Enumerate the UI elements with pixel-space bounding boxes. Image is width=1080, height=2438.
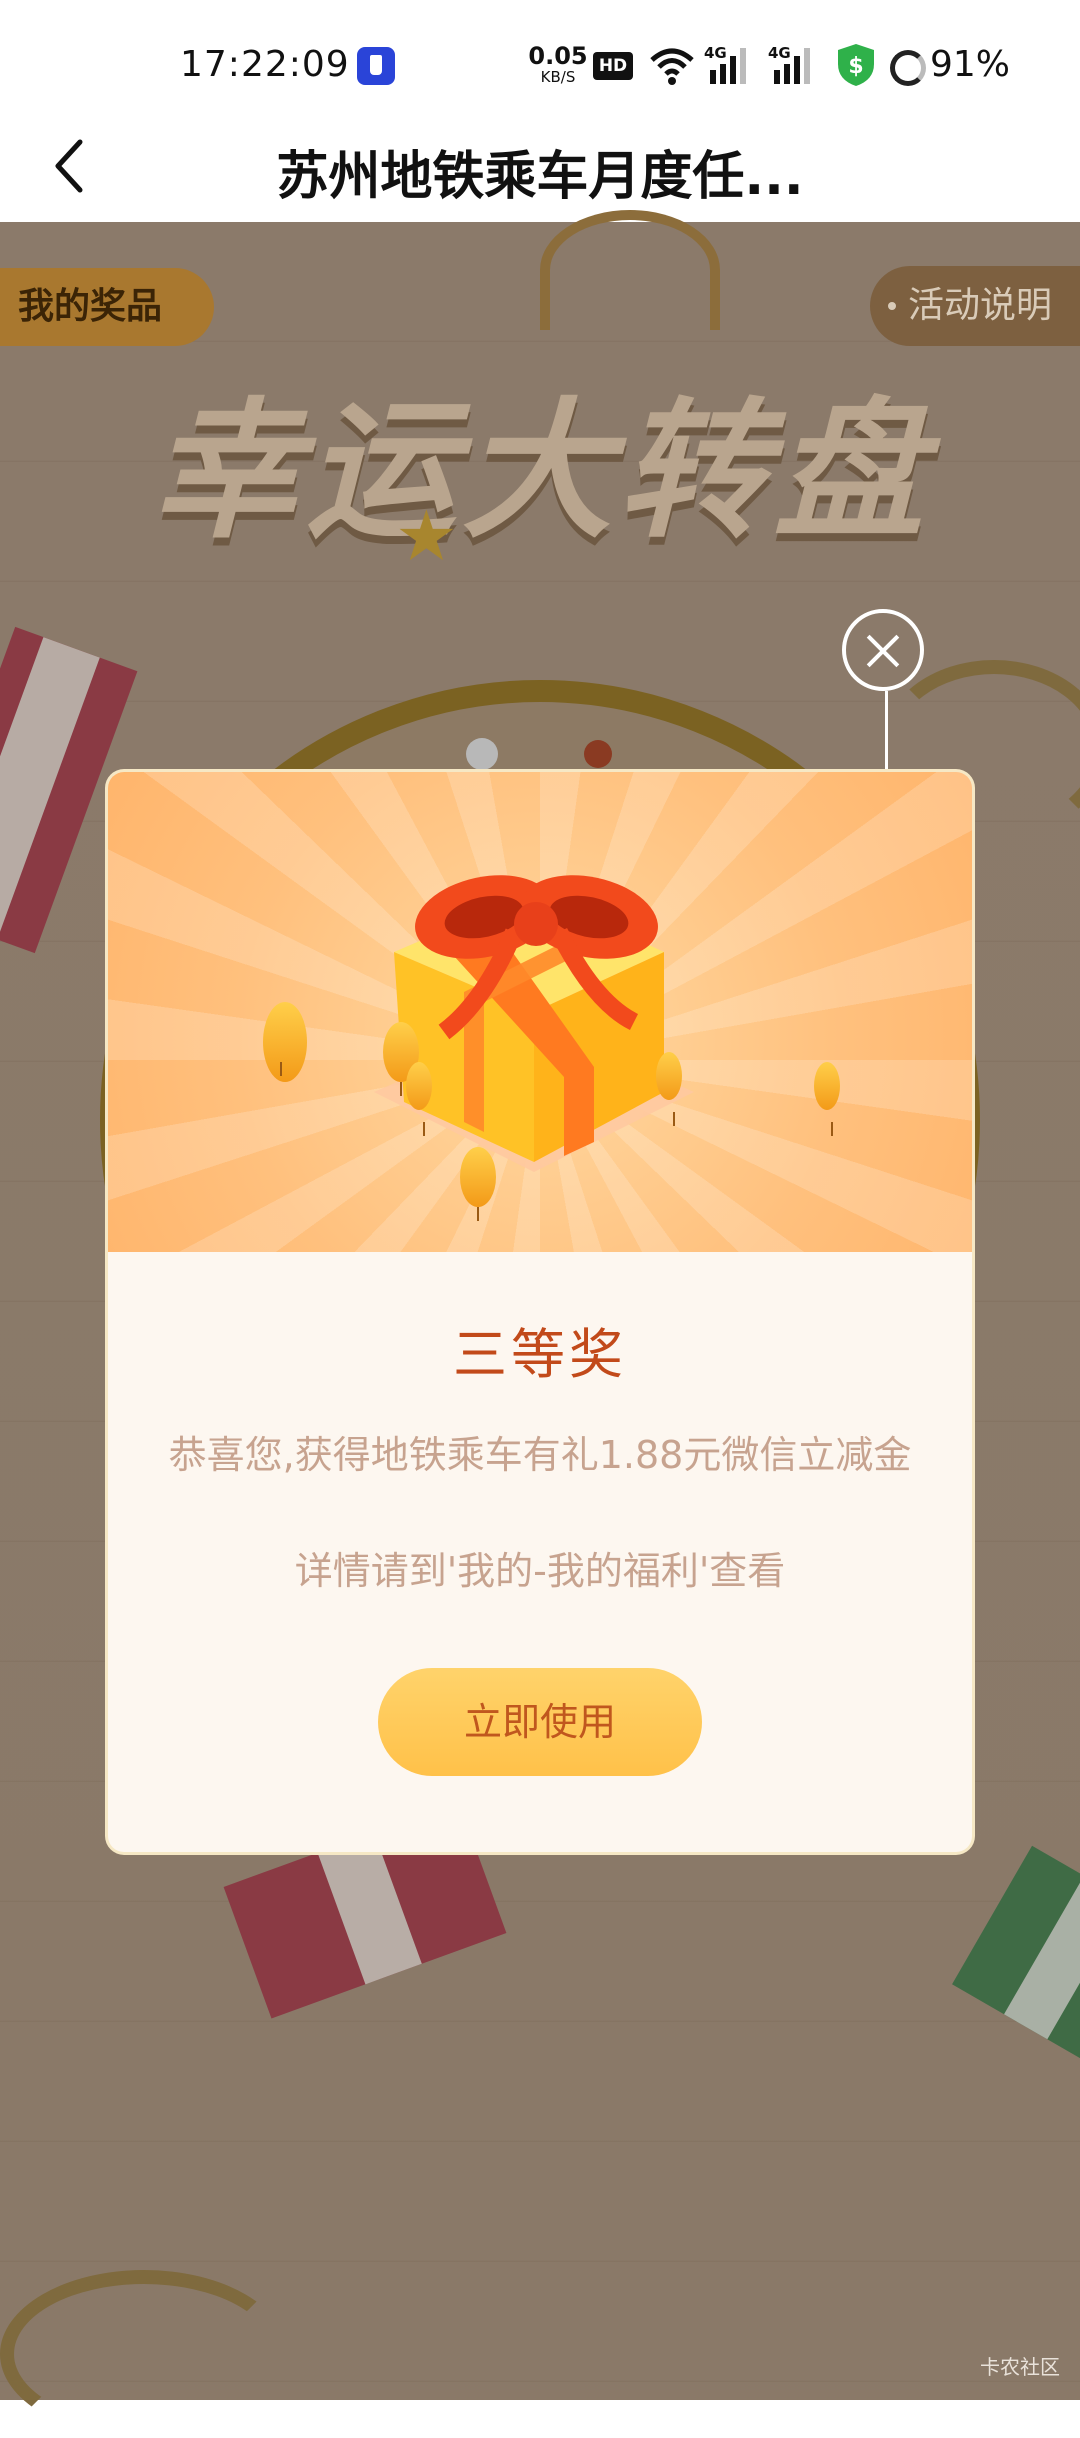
use-now-button[interactable]: 立即使用	[378, 1668, 702, 1776]
battery-percentage: 91%	[930, 44, 1011, 85]
activity-rules-button[interactable]: 活动说明	[870, 266, 1080, 346]
hd-voice-icon: HD	[593, 52, 633, 80]
my-prizes-button[interactable]: 我的奖品	[0, 268, 214, 346]
dialog-header-illustration	[108, 772, 972, 1252]
navigation-bar: 苏州地铁乘车月度任...	[0, 112, 1080, 222]
flashlight-icon	[357, 47, 395, 85]
watermark: 卡农社区	[980, 2355, 1060, 2379]
balloon-icon	[460, 1147, 496, 1221]
close-button[interactable]	[842, 609, 924, 691]
balloon-icon	[814, 1062, 840, 1136]
balloon-icon	[406, 1062, 432, 1136]
network-speed-unit: KB/S	[540, 68, 576, 86]
ribbon-decoration-bottom-left	[0, 2270, 288, 2438]
network-speed: 0.05 KB/S	[528, 44, 588, 85]
prize-level-title: 三等奖	[453, 1323, 627, 1386]
balloon-icon	[263, 1002, 307, 1082]
ribbon-decoration-top	[540, 210, 720, 330]
cellular-signal-icon: 4G	[704, 44, 746, 84]
lucky-wheel-banner-title: 幸运大转盘	[149, 385, 930, 559]
status-bar: 17:22:09 0.05 KB/S HD 4G 4G $ 91%	[0, 0, 1080, 112]
signal-label-1: 4G	[704, 44, 727, 62]
network-speed-value: 0.05	[528, 42, 588, 70]
wheel-light	[466, 738, 498, 770]
close-button-line	[885, 691, 888, 771]
svg-text:$: $	[848, 54, 863, 79]
balloon-icon	[656, 1052, 682, 1126]
security-shield-icon: $	[838, 44, 874, 86]
wheel-light	[584, 740, 612, 768]
prize-dialog: 三等奖 恭喜您,获得地铁乘车有礼1.88元微信立减金 详情请到'我的-我的福利'…	[108, 772, 972, 1852]
cellular-signal-icon-2: 4G	[768, 44, 810, 84]
wifi-icon	[650, 48, 694, 85]
signal-label-2: 4G	[768, 44, 791, 62]
gift-box-icon	[374, 875, 694, 1172]
status-time: 17:22:09	[180, 44, 350, 85]
page-title: 苏州地铁乘车月度任...	[276, 147, 804, 207]
star-icon: ★	[395, 495, 458, 577]
prize-description: 恭喜您,获得地铁乘车有礼1.88元微信立减金	[168, 1433, 912, 1477]
prize-detail-hint: 详情请到'我的-我的福利'查看	[294, 1549, 786, 1593]
battery-icon	[890, 50, 926, 86]
